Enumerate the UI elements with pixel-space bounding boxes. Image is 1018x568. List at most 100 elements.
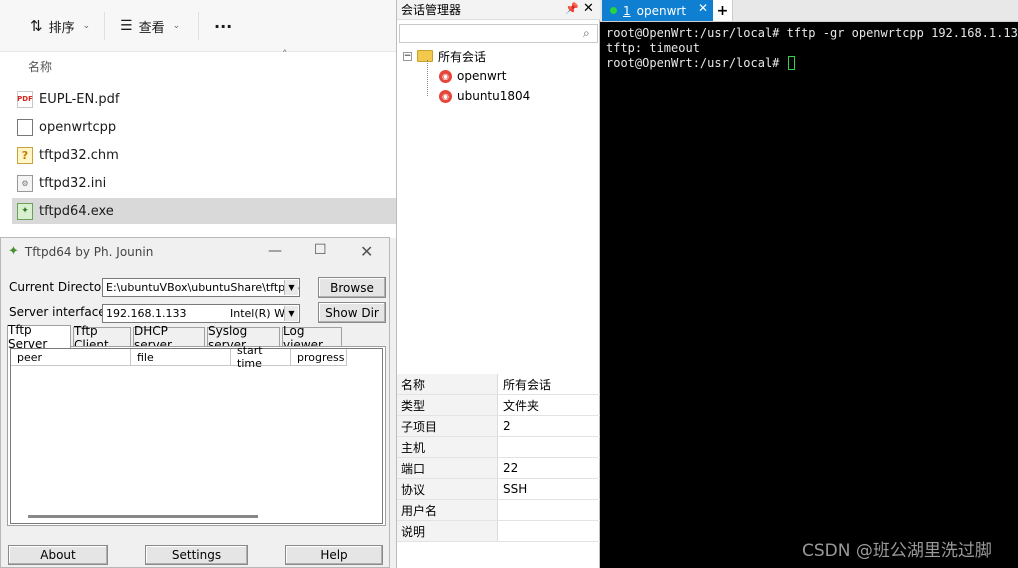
file-item[interactable]: ? tftpd32.chm xyxy=(12,142,396,168)
terminal-tab-bar: 1 openwrt ✕ + xyxy=(600,0,1018,22)
property-key: 类型 xyxy=(397,395,498,415)
close-icon[interactable]: ✕ xyxy=(698,1,708,15)
column-file[interactable]: file xyxy=(131,349,231,366)
column-peer[interactable]: peer xyxy=(11,349,131,366)
maximize-button[interactable]: ☐ xyxy=(314,242,327,258)
session-item-ubuntu1804[interactable]: ◉ ubuntu1804 xyxy=(439,86,530,106)
file-name: tftpd32.chm xyxy=(39,147,119,163)
file-item[interactable]: openwrtcpp xyxy=(12,114,396,140)
file-name: openwrtcpp xyxy=(39,119,117,135)
current-directory-label: Current Directory xyxy=(9,280,114,294)
tree-root-all-sessions[interactable]: − 所有会话 xyxy=(403,46,486,66)
property-row[interactable]: 子项目 2 xyxy=(397,416,601,437)
session-icon: ◉ xyxy=(439,89,452,103)
window-title: Tftpd64 by Ph. Jounin xyxy=(24,244,154,259)
tab-label: openwrt xyxy=(636,3,687,18)
search-icon[interactable]: ⌕ xyxy=(583,26,590,41)
column-progress[interactable]: progress xyxy=(291,349,347,366)
help-button[interactable]: Help xyxy=(285,545,383,565)
blank-file-icon xyxy=(17,118,33,136)
toolbar-divider xyxy=(198,12,199,40)
sort-icon: ⇅ xyxy=(30,17,43,35)
view-label: 查看 xyxy=(138,20,165,36)
property-row[interactable]: 说明 xyxy=(397,521,601,542)
session-properties-grid: 名称 所有会话 类型 文件夹 子项目 2 主机 端口 22 协议 SSH 用户名 说明 xyxy=(397,374,601,568)
horizontal-scrollbar[interactable] xyxy=(28,515,258,518)
about-button[interactable]: About xyxy=(8,545,108,565)
server-adapter: Intel(R) Wi- xyxy=(230,307,292,320)
view-button[interactable]: ☰ 查看 ⌄ xyxy=(120,0,180,52)
session-search-input[interactable] xyxy=(399,24,598,43)
new-tab-button[interactable]: + xyxy=(713,0,733,21)
tab-number: 1 xyxy=(623,3,631,18)
help-file-icon: ? xyxy=(17,146,33,164)
property-key: 用户名 xyxy=(397,500,498,520)
file-item[interactable]: PDF EUPL-EN.pdf xyxy=(12,86,396,112)
server-interface-select[interactable]: 192.168.1.133 Intel(R) Wi- ▼ xyxy=(102,304,300,323)
property-key: 主机 xyxy=(397,437,498,457)
connected-status-icon xyxy=(610,7,617,14)
settings-file-icon: ⚙ xyxy=(17,174,33,192)
session-icon: ◉ xyxy=(439,69,452,83)
tab-tftp-server[interactable]: Tftp Server xyxy=(7,323,71,351)
pdf-file-icon: PDF xyxy=(17,90,33,108)
column-start-time[interactable]: start time xyxy=(231,344,291,370)
file-name: tftpd32.ini xyxy=(39,175,107,191)
dropdown-arrow-icon[interactable]: ▼ xyxy=(284,306,298,321)
tftpd-title-bar: ✦ Tftpd64 by Ph. Jounin xyxy=(8,244,153,259)
terminal-line: root@OpenWrt:/usr/local# tftp -gr openwr… xyxy=(606,26,1018,40)
transfer-list[interactable]: peer file start time progress xyxy=(10,344,383,524)
settings-button[interactable]: Settings xyxy=(145,545,248,565)
terminal-prompt: root@OpenWrt:/usr/local# xyxy=(606,56,787,70)
chevron-down-icon: ⌄ xyxy=(172,21,181,31)
browse-button[interactable]: Browse xyxy=(318,277,386,298)
file-item[interactable]: ⚙ tftpd32.ini xyxy=(12,170,396,196)
session-manager-panel: 会话管理器 📌 ✕ ⌕ − 所有会话 ◉ openwrt ◉ ubuntu180… xyxy=(396,0,601,568)
dropdown-arrow-icon[interactable]: ▼ xyxy=(284,280,298,295)
tab-log-viewer[interactable]: Log viewer xyxy=(282,324,342,352)
minimize-button[interactable]: — xyxy=(268,243,282,259)
more-options-button[interactable]: ··· xyxy=(214,0,232,52)
show-dir-button[interactable]: Show Dir xyxy=(318,302,386,323)
file-item-selected[interactable]: ✦ tftpd64.exe xyxy=(12,198,396,224)
collapse-icon[interactable]: − xyxy=(403,51,412,61)
property-row[interactable]: 主机 xyxy=(397,437,601,458)
pin-icon[interactable]: 📌 xyxy=(565,2,579,15)
folder-icon xyxy=(417,50,433,62)
close-icon[interactable]: ✕ xyxy=(583,1,594,16)
tab-tftp-client[interactable]: Tftp Client xyxy=(73,324,131,352)
property-value xyxy=(498,437,601,457)
sort-label: 排序 xyxy=(48,20,75,36)
terminal-tab-openwrt[interactable]: 1 openwrt ✕ xyxy=(602,0,713,21)
property-value xyxy=(498,521,601,541)
column-header-name[interactable]: 名称 xyxy=(28,58,52,75)
property-row[interactable]: 协议 SSH xyxy=(397,479,601,500)
explorer-toolbar: ⇅ 排序 ⌄ ☰ 查看 ⌄ ··· xyxy=(0,0,396,52)
session-label: openwrt xyxy=(457,69,507,83)
tab-dhcp-server[interactable]: DHCP server xyxy=(133,324,205,352)
current-directory-select[interactable]: E:\ubuntuVBox\ubuntuShare\tftpd64 ▼ xyxy=(102,278,300,297)
terminal-line: tftp: timeout xyxy=(606,41,700,55)
close-button[interactable]: ✕ xyxy=(360,242,373,261)
server-interfaces-label: Server interfaces xyxy=(9,305,112,319)
file-explorer: ⇅ 排序 ⌄ ☰ 查看 ⌄ ··· ˄ 名称 PDF EUPL-EN.pdf o… xyxy=(0,0,396,238)
property-key: 说明 xyxy=(397,521,498,541)
sort-ascending-icon: ˄ xyxy=(282,48,288,61)
property-row[interactable]: 端口 22 xyxy=(397,458,601,479)
sort-button[interactable]: ⇅ 排序 ⌄ xyxy=(30,0,90,52)
property-row[interactable]: 类型 文件夹 xyxy=(397,395,601,416)
server-ip: 192.168.1.133 xyxy=(106,307,187,320)
terminal-window[interactable]: 1 openwrt ✕ + root@OpenWrt:/usr/local# t… xyxy=(600,0,1018,568)
view-icon: ☰ xyxy=(120,18,133,34)
property-row[interactable]: 名称 所有会话 xyxy=(397,374,601,395)
property-row[interactable]: 用户名 xyxy=(397,500,601,521)
session-item-openwrt[interactable]: ◉ openwrt xyxy=(439,66,506,86)
toolbar-divider xyxy=(104,12,105,40)
property-value: 所有会话 xyxy=(503,377,552,392)
property-value: 22 xyxy=(503,461,519,475)
tree-line xyxy=(427,60,428,96)
watermark-text: CSDN @班公湖里洗过脚 xyxy=(802,541,992,561)
property-value: 文件夹 xyxy=(503,398,540,413)
chevron-down-icon: ⌄ xyxy=(82,21,91,31)
current-directory-value: E:\ubuntuVBox\ubuntuShare\tftpd64 xyxy=(106,281,300,294)
